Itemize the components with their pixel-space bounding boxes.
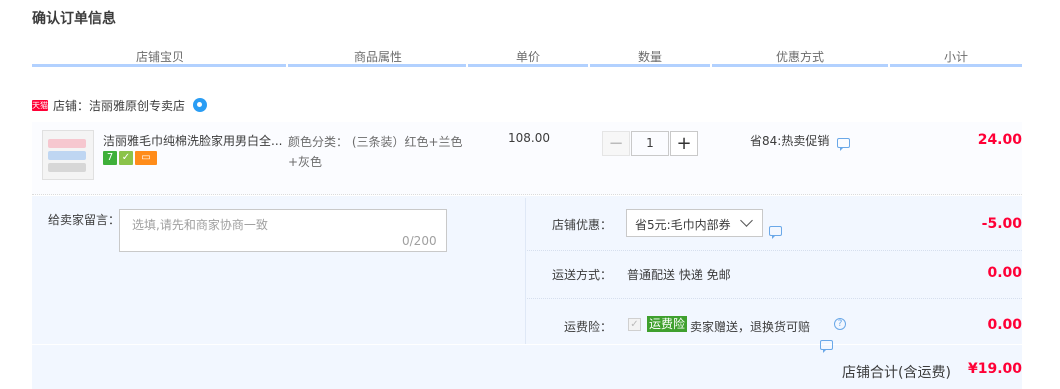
row-divider: [527, 250, 1022, 252]
seven-day-return-icon[interactable]: 7: [103, 151, 117, 165]
shipping-method: 普通配送 快递 免邮: [627, 268, 731, 282]
shop-name-link[interactable]: 店铺：洁丽雅原创专卖店: [53, 97, 185, 114]
message-bubble-icon[interactable]: [837, 138, 850, 151]
seller-message-placeholder: 选填,请先和商家协商一致: [132, 218, 268, 232]
insurance-amount: 0.00: [987, 317, 1022, 333]
seller-message-count: 0/200: [402, 234, 437, 248]
row-divider: [527, 298, 1022, 300]
help-circle-icon[interactable]: ?: [834, 318, 846, 330]
panel-divider: [525, 198, 526, 344]
quantity-input[interactable]: 1: [631, 131, 669, 156]
header-underline: [32, 64, 1022, 67]
header-shop-item: 店铺宝贝: [135, 50, 184, 64]
page-title: 确认订单信息: [32, 11, 116, 27]
header-attributes: 商品属性: [353, 50, 402, 64]
message-bubble-icon[interactable]: [769, 226, 782, 239]
product-thumbnail[interactable]: [42, 130, 94, 180]
towel-pink: [48, 139, 86, 148]
header-quantity: 数量: [637, 50, 662, 64]
shop-total-label: 店铺合计(含运费): [842, 365, 951, 381]
guarantee-icon[interactable]: ✓: [119, 151, 133, 165]
wangwang-chat-icon[interactable]: [193, 98, 208, 112]
shop-row: 天猫 店铺：洁丽雅原创专卖店: [32, 96, 208, 114]
shop-discount-label: 店铺优惠：: [552, 218, 613, 232]
product-attributes: 颜色分类： (三条装）红色+兰色 +灰色: [288, 132, 478, 172]
insurance-label: 运费险：: [564, 320, 613, 334]
promotion-text: 省84:热卖促销: [750, 134, 830, 148]
quantity-decrease-button[interactable]: −: [602, 131, 630, 156]
header-separator: [466, 64, 468, 67]
attr-line-2: +灰色: [288, 155, 323, 169]
header-separator: [588, 64, 590, 67]
header-separator: [710, 64, 712, 67]
tmall-badge-icon: 天猫: [32, 99, 48, 111]
insurance-checkbox[interactable]: ✓: [628, 318, 641, 331]
shipping-label: 运送方式：: [552, 268, 613, 282]
seller-message-label: 给卖家留言：: [48, 213, 121, 227]
header-promotion: 优惠方式: [775, 50, 824, 64]
towel-grey: [48, 163, 86, 172]
shop-discount-selected: 省5元:毛巾内部券: [635, 218, 731, 232]
attr-line-1: 颜色分类： (三条装）红色+兰色: [288, 135, 463, 149]
total-divider: [32, 344, 1022, 345]
towel-blue: [48, 151, 86, 160]
shipping-amount: 0.00: [987, 265, 1022, 281]
product-title-link[interactable]: 洁丽雅毛巾纯棉洗脸家用男白全...: [103, 132, 283, 149]
header-subtotal: 小计: [943, 50, 968, 64]
shop-total-value: ¥19.00: [967, 361, 1022, 377]
unit-price: 108.00: [508, 131, 550, 145]
credit-card-icon[interactable]: ▭: [135, 151, 157, 165]
item-subtotal: 24.00: [977, 132, 1022, 148]
insurance-tag: 运费险: [647, 316, 688, 332]
message-bubble-icon[interactable]: [820, 340, 833, 353]
header-separator: [888, 64, 890, 67]
shop-discount-amount: -5.00: [981, 216, 1022, 232]
header-separator: [286, 64, 288, 67]
quantity-increase-button[interactable]: +: [670, 131, 698, 156]
service-badges: 7 ✓ ▭: [103, 151, 157, 165]
header-price: 单价: [515, 50, 540, 64]
insurance-description: 卖家赠送，退换货可赔: [690, 320, 811, 334]
